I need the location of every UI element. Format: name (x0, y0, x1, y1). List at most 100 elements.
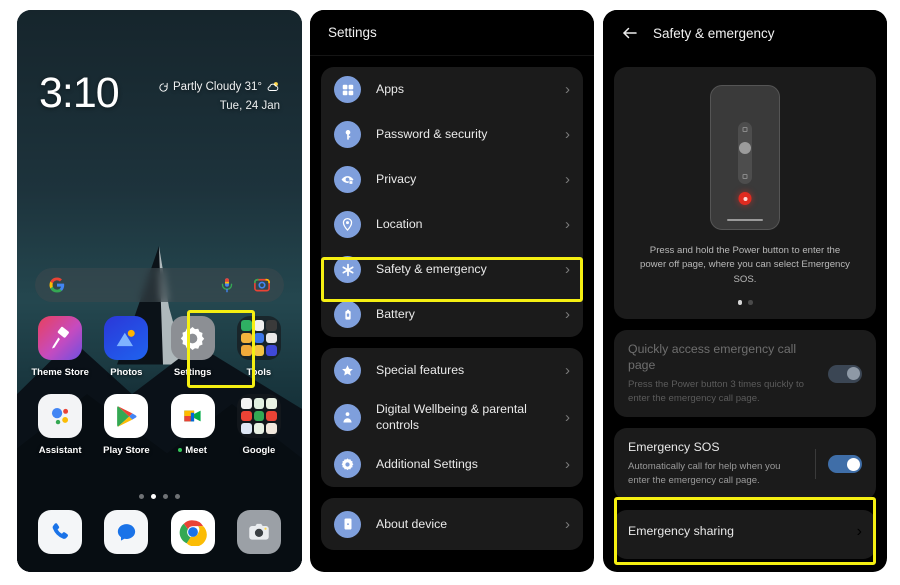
camera-icon (236, 510, 281, 554)
sidebar-item-location[interactable]: Location › (321, 202, 583, 247)
google-g-icon (49, 277, 65, 293)
clock-time[interactable]: 3:10 (39, 72, 120, 115)
sidebar-item-about-device[interactable]: About device › (321, 498, 583, 550)
google-folder-icon (236, 394, 281, 438)
quick-access-text: Quickly access emergency call page Press… (628, 342, 828, 406)
dock-item-phone[interactable] (27, 510, 93, 554)
weather-widget[interactable]: Partly Cloudy 31° Tue, 24 Jan (158, 72, 280, 112)
safety-header: Safety & emergency (603, 10, 887, 56)
google-photos-icon (104, 316, 149, 360)
item-label: Location (376, 216, 423, 231)
emergency-sos-text: Emergency SOS Automatically call for hel… (628, 440, 815, 488)
app-photos[interactable]: Photos (93, 316, 159, 378)
theme-store-icon (38, 316, 83, 360)
item-label: Privacy (376, 171, 417, 186)
hero-page-indicator[interactable] (628, 300, 862, 305)
settings-group-2: Special features › Digital Wellbeing & p… (321, 348, 583, 488)
app-assistant[interactable]: Assistant (27, 394, 93, 456)
app-meet[interactable]: Meet (160, 394, 226, 456)
quick-access-title: Quickly access emergency call page (628, 341, 797, 372)
quick-access-toggle[interactable] (828, 364, 862, 383)
app-play-store[interactable]: Play Store (93, 394, 159, 456)
settings-group-1: Apps › Password & security › Privacy › L… (321, 67, 583, 337)
sidebar-item-safety-emergency[interactable]: Safety & emergency › (321, 247, 583, 292)
item-label: Safety & emergency (376, 261, 487, 276)
quick-access-emergency-call-row[interactable]: Quickly access emergency call page Press… (614, 329, 876, 418)
tools-folder-icon (236, 316, 281, 360)
partly-cloudy-icon (267, 82, 279, 91)
dock-item-camera[interactable] (226, 510, 292, 554)
settings-list-panel: Settings Apps › Password & security › Pr… (310, 10, 594, 572)
emergency-sos-button-illustration (738, 192, 752, 205)
app-theme-store[interactable]: Theme Store (27, 316, 93, 378)
wellbeing-icon (334, 404, 361, 432)
item-label: Digital Wellbeing & parental controls (376, 402, 527, 432)
app-settings[interactable]: Settings (160, 316, 226, 378)
item-label: Password & security (376, 126, 488, 141)
clock-weather-widget[interactable]: Partly Cloudy 31° Tue, 24 Jan 3:10 (17, 72, 302, 115)
chevron-right-icon: › (565, 306, 570, 323)
app-folder-google[interactable]: Google (226, 394, 292, 456)
hero-dot[interactable] (748, 300, 753, 305)
location-pin-icon (334, 211, 361, 238)
sidebar-item-apps[interactable]: Apps › (321, 67, 583, 112)
quick-access-subtitle: Press the Power button 3 times quickly t… (628, 378, 804, 404)
phone-power-slider-illustration (710, 85, 780, 230)
messages-icon (104, 510, 149, 554)
app-label: Meet (178, 445, 207, 456)
chevron-right-icon: › (565, 515, 570, 533)
emergency-sos-row[interactable]: Emergency SOS Automatically call for hel… (614, 428, 876, 501)
page-dot[interactable] (139, 494, 144, 499)
sidebar-item-battery[interactable]: Battery › (321, 292, 583, 337)
emergency-sos-toggle[interactable] (828, 455, 862, 474)
toggle-knob (846, 457, 860, 471)
device-info-icon (334, 510, 361, 538)
app-label: Tools (246, 367, 272, 378)
settings-header: Settings (310, 10, 594, 56)
chrome-icon (170, 510, 215, 554)
app-label: Play Store (103, 445, 150, 456)
app-label: Theme Store (31, 367, 89, 378)
chevron-right-icon: › (856, 523, 862, 541)
play-store-icon (104, 394, 149, 438)
power-slider-control (738, 122, 752, 184)
google-lens-icon[interactable] (253, 276, 271, 294)
app-label: Assistant (38, 445, 82, 456)
home-indicator-bar (727, 218, 763, 221)
weather-line: Partly Cloudy 31° (158, 80, 280, 94)
item-label: Additional Settings (376, 457, 478, 472)
sidebar-item-password-security[interactable]: Password & security › (321, 112, 583, 157)
emergency-sharing-row[interactable]: Emergency sharing › (614, 510, 876, 560)
page-dot[interactable] (175, 494, 180, 499)
asterisk-safety-icon (334, 256, 361, 283)
page-dot[interactable] (163, 494, 168, 499)
app-label: Google (242, 445, 276, 456)
sidebar-item-privacy[interactable]: Privacy › (321, 157, 583, 202)
page-dot-active[interactable] (151, 494, 156, 499)
emergency-sos-subtitle: Automatically call for help when you ent… (628, 461, 781, 487)
key-icon (334, 121, 361, 148)
power-off-illustration-card: Press and hold the Power button to enter… (614, 67, 876, 319)
dock-item-chrome[interactable] (160, 510, 226, 554)
google-assistant-icon (38, 394, 83, 438)
home-page-indicator[interactable] (17, 494, 302, 499)
power-icon-top (742, 127, 748, 132)
chevron-right-icon: › (565, 362, 570, 379)
chevron-right-icon: › (565, 171, 570, 188)
app-folder-tools[interactable]: Tools (226, 316, 292, 378)
google-search-bar[interactable] (35, 268, 284, 302)
back-arrow-icon[interactable] (621, 24, 639, 42)
hero-dot-active[interactable] (737, 300, 742, 305)
divider (815, 449, 816, 480)
star-icon (334, 357, 361, 384)
microphone-icon[interactable] (218, 276, 236, 294)
home-screen-panel: Partly Cloudy 31° Tue, 24 Jan 3:10 Theme… (17, 10, 302, 572)
dock-item-messages[interactable] (93, 510, 159, 554)
restart-icon-bottom (742, 174, 748, 179)
sidebar-item-digital-wellbeing[interactable]: Digital Wellbeing & parental controls › (321, 393, 583, 442)
google-meet-icon (170, 394, 215, 438)
sidebar-item-special-features[interactable]: Special features › (321, 348, 583, 393)
chevron-right-icon: › (565, 456, 570, 474)
sidebar-item-additional-settings[interactable]: Additional Settings › (321, 442, 583, 487)
emergency-sharing-title: Emergency sharing (628, 524, 734, 539)
